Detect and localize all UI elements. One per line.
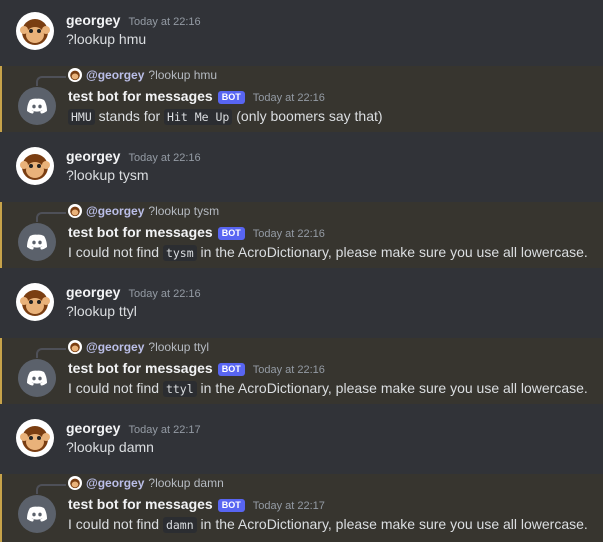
reply-username[interactable]: @georgey	[86, 476, 144, 490]
timestamp: Today at 22:17	[252, 500, 325, 512]
reply-username[interactable]: @georgey	[86, 204, 144, 218]
discord-logo-icon	[27, 98, 47, 114]
message-text: HMU stands for Hit Me Up (only boomers s…	[68, 108, 383, 125]
reply-connector	[36, 348, 66, 358]
user-avatar[interactable]	[16, 147, 54, 185]
message-user: georgey Today at 22:16 ?lookup ttyl	[0, 268, 603, 338]
user-avatar[interactable]	[16, 283, 54, 321]
monkey-avatar-icon	[68, 68, 82, 82]
timestamp: Today at 22:17	[128, 424, 201, 436]
message-user: georgey Today at 22:16 ?lookup tysm	[0, 132, 603, 202]
reply-connector	[36, 484, 66, 494]
discord-logo-icon	[27, 370, 47, 386]
inline-code: damn	[162, 517, 197, 533]
timestamp: Today at 22:16	[128, 16, 201, 28]
message-text: ?lookup tysm	[66, 167, 149, 183]
reply-text[interactable]: ?lookup tysm	[148, 204, 219, 218]
bot-tag: BOT	[217, 227, 245, 240]
text-segment: I could not find	[68, 244, 163, 260]
monkey-avatar-icon	[16, 419, 54, 457]
text-segment: in the AcroDictionary, please make sure …	[196, 516, 588, 532]
reply-connector	[36, 76, 66, 86]
reply-reference[interactable]: @georgey ?lookup tysm	[68, 204, 219, 218]
monkey-avatar-icon	[16, 147, 54, 185]
reply-username[interactable]: @georgey	[86, 340, 144, 354]
text-segment: in the AcroDictionary, please make sure …	[196, 380, 588, 396]
timestamp: Today at 22:16	[128, 288, 201, 300]
monkey-avatar-icon	[16, 283, 54, 321]
message-bot-reply: @georgey ?lookup tysm test bot for messa…	[0, 202, 603, 268]
text-segment: (only boomers say that)	[232, 108, 383, 124]
username[interactable]: test bot for messages	[68, 224, 213, 240]
reply-text[interactable]: ?lookup hmu	[148, 68, 217, 82]
user-avatar[interactable]	[16, 12, 54, 50]
inline-code: Hit Me Up	[164, 109, 233, 125]
inline-code: tysm	[162, 245, 197, 261]
message-bot-reply: @georgey ?lookup damn test bot for messa…	[0, 474, 603, 542]
bot-avatar[interactable]	[18, 223, 56, 261]
message-bot-reply: @georgey ?lookup ttyl test bot for messa…	[0, 338, 603, 404]
discord-logo-icon	[27, 234, 47, 250]
username[interactable]: georgey	[66, 420, 120, 436]
message-text: I could not find damn in the AcroDiction…	[68, 516, 588, 533]
bot-avatar[interactable]	[18, 87, 56, 125]
monkey-avatar-icon	[68, 204, 82, 218]
message-text: I could not find tysm in the AcroDiction…	[68, 244, 588, 261]
timestamp: Today at 22:16	[252, 228, 325, 240]
username[interactable]: test bot for messages	[68, 360, 213, 376]
timestamp: Today at 22:16	[128, 152, 201, 164]
bot-tag: BOT	[217, 91, 245, 104]
bot-avatar[interactable]	[18, 495, 56, 533]
message-user: georgey Today at 22:16 ?lookup hmu	[0, 0, 603, 66]
username[interactable]: test bot for messages	[68, 88, 213, 104]
reply-reference[interactable]: @georgey ?lookup hmu	[68, 68, 217, 82]
message-text: ?lookup ttyl	[66, 303, 137, 319]
text-segment: in the AcroDictionary, please make sure …	[196, 244, 588, 260]
message-text: ?lookup damn	[66, 439, 154, 455]
bot-tag: BOT	[217, 499, 245, 512]
message-user: georgey Today at 22:17 ?lookup damn	[0, 404, 603, 474]
reply-connector	[36, 212, 66, 222]
timestamp: Today at 22:16	[252, 92, 325, 104]
timestamp: Today at 22:16	[252, 364, 325, 376]
user-avatar[interactable]	[16, 419, 54, 457]
text-segment: I could not find	[68, 516, 163, 532]
reply-text[interactable]: ?lookup ttyl	[148, 340, 209, 354]
monkey-avatar-icon	[68, 340, 82, 354]
reply-reference[interactable]: @georgey ?lookup damn	[68, 476, 224, 490]
text-segment: stands for	[94, 108, 165, 124]
reply-text[interactable]: ?lookup damn	[148, 476, 223, 490]
username[interactable]: georgey	[66, 284, 120, 300]
inline-code: HMU	[68, 109, 95, 125]
bot-avatar[interactable]	[18, 359, 56, 397]
reply-username[interactable]: @georgey	[86, 68, 144, 82]
text-segment: I could not find	[68, 380, 163, 396]
username[interactable]: georgey	[66, 148, 120, 164]
message-text: I could not find ttyl in the AcroDiction…	[68, 380, 588, 397]
username[interactable]: test bot for messages	[68, 496, 213, 512]
message-bot-reply: @georgey ?lookup hmu test bot for messag…	[0, 66, 603, 132]
reply-reference[interactable]: @georgey ?lookup ttyl	[68, 340, 209, 354]
discord-logo-icon	[27, 506, 47, 522]
username[interactable]: georgey	[66, 12, 120, 28]
inline-code: ttyl	[162, 381, 197, 397]
bot-tag: BOT	[217, 363, 245, 376]
message-text: ?lookup hmu	[66, 31, 147, 47]
monkey-avatar-icon	[68, 476, 82, 490]
monkey-avatar-icon	[16, 12, 54, 50]
